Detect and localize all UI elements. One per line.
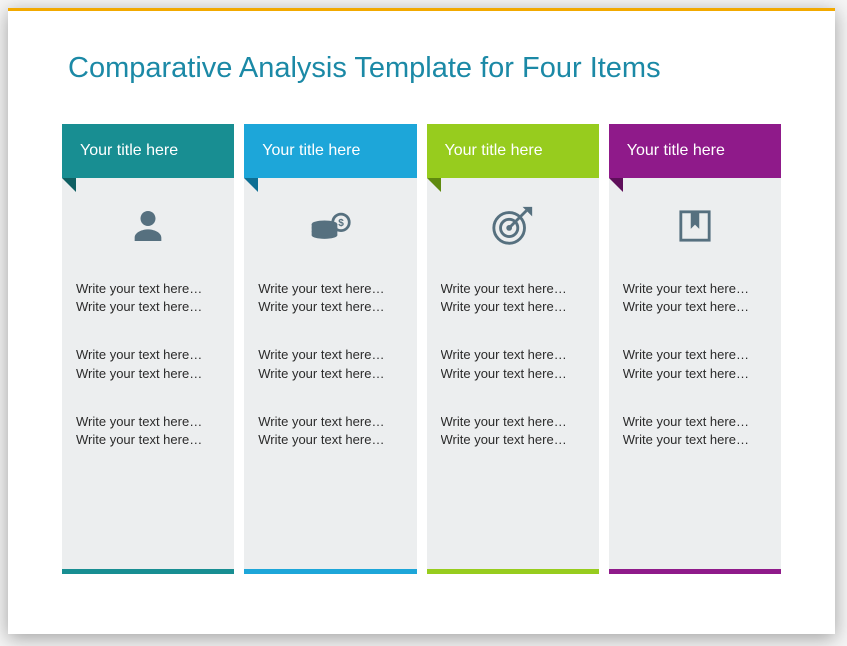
notch-decoration	[609, 178, 623, 192]
column-0: Your title here Write your text here… Wr…	[62, 124, 234, 574]
body-text: Write your text here…	[76, 413, 220, 431]
body-text: Write your text here…	[623, 431, 767, 449]
text-group: Write your text here… Write your text he…	[258, 346, 402, 382]
body-text: Write your text here…	[76, 346, 220, 364]
column-1-body: Write your text here… Write your text he…	[244, 274, 416, 569]
columns-container: Your title here Write your text here… Wr…	[62, 124, 781, 574]
column-3-header: Your title here	[609, 124, 781, 178]
text-group: Write your text here… Write your text he…	[623, 413, 767, 449]
column-3: Your title here Write your text here… Wr…	[609, 124, 781, 574]
text-group: Write your text here… Write your text he…	[441, 280, 585, 316]
column-footer-bar	[427, 569, 599, 574]
column-3-body: Write your text here… Write your text he…	[609, 274, 781, 569]
body-text: Write your text here…	[441, 298, 585, 316]
column-0-header: Your title here	[62, 124, 234, 178]
column-footer-bar	[609, 569, 781, 574]
text-group: Write your text here… Write your text he…	[441, 346, 585, 382]
text-group: Write your text here… Write your text he…	[441, 413, 585, 449]
body-text: Write your text here…	[623, 413, 767, 431]
body-text: Write your text here…	[76, 365, 220, 383]
body-text: Write your text here…	[623, 346, 767, 364]
target-icon	[427, 178, 599, 274]
body-text: Write your text here…	[258, 298, 402, 316]
column-1-title: Your title here	[262, 142, 360, 159]
column-footer-bar	[62, 569, 234, 574]
svg-text:$: $	[339, 218, 345, 229]
person-icon	[62, 178, 234, 274]
body-text: Write your text here…	[441, 365, 585, 383]
notch-decoration	[427, 178, 441, 192]
column-2-body: Write your text here… Write your text he…	[427, 274, 599, 569]
body-text: Write your text here…	[623, 298, 767, 316]
body-text: Write your text here…	[623, 365, 767, 383]
coins-icon: $	[244, 178, 416, 274]
body-text: Write your text here…	[441, 346, 585, 364]
text-group: Write your text here… Write your text he…	[76, 413, 220, 449]
column-2-header: Your title here	[427, 124, 599, 178]
text-group: Write your text here… Write your text he…	[76, 280, 220, 316]
notch-decoration	[244, 178, 258, 192]
top-accent-bar	[8, 8, 835, 11]
body-text: Write your text here…	[76, 298, 220, 316]
column-footer-bar	[244, 569, 416, 574]
text-group: Write your text here… Write your text he…	[258, 280, 402, 316]
body-text: Write your text here…	[76, 280, 220, 298]
body-text: Write your text here…	[258, 280, 402, 298]
column-0-body: Write your text here… Write your text he…	[62, 274, 234, 569]
column-3-title: Your title here	[627, 142, 725, 159]
body-text: Write your text here…	[258, 431, 402, 449]
bookmark-icon	[609, 178, 781, 274]
body-text: Write your text here…	[258, 346, 402, 364]
body-text: Write your text here…	[441, 280, 585, 298]
text-group: Write your text here… Write your text he…	[76, 346, 220, 382]
text-group: Write your text here… Write your text he…	[258, 413, 402, 449]
page-title: Comparative Analysis Template for Four I…	[68, 52, 661, 85]
body-text: Write your text here…	[623, 280, 767, 298]
slide: Comparative Analysis Template for Four I…	[8, 8, 835, 634]
body-text: Write your text here…	[76, 431, 220, 449]
column-2-title: Your title here	[445, 142, 543, 159]
column-2: Your title here Write your text here… Wr…	[427, 124, 599, 574]
text-group: Write your text here… Write your text he…	[623, 280, 767, 316]
text-group: Write your text here… Write your text he…	[623, 346, 767, 382]
column-0-title: Your title here	[80, 142, 178, 159]
column-1: Your title here $ Write your	[244, 124, 416, 574]
body-text: Write your text here…	[258, 365, 402, 383]
column-1-header: Your title here	[244, 124, 416, 178]
body-text: Write your text here…	[441, 431, 585, 449]
body-text: Write your text here…	[258, 413, 402, 431]
body-text: Write your text here…	[441, 413, 585, 431]
notch-decoration	[62, 178, 76, 192]
